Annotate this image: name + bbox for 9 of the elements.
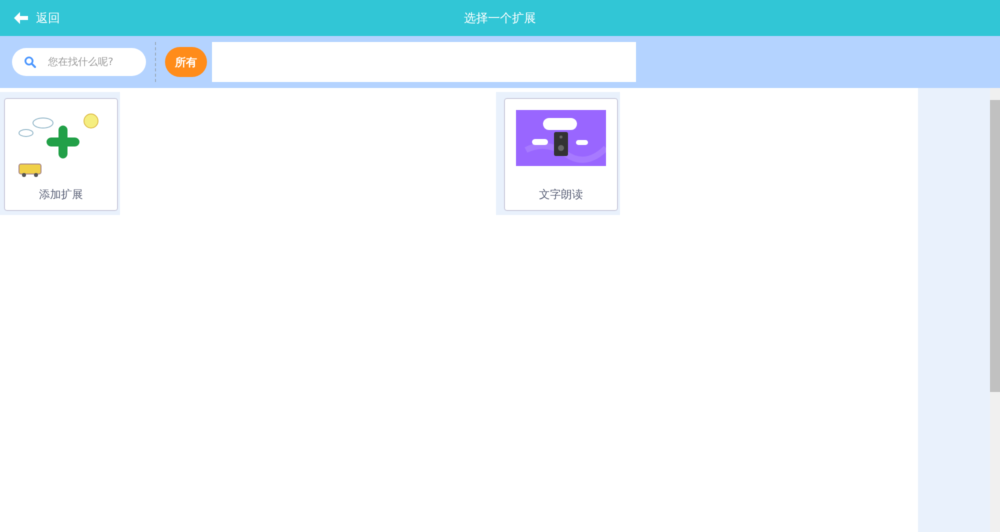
scrollbar[interactable] [990, 88, 1000, 532]
extension-name: 添加扩展 [39, 187, 83, 202]
search-icon [24, 56, 36, 68]
page-title: 选择一个扩展 [463, 10, 537, 26]
extension-name: 文字朗读 [539, 187, 583, 202]
back-arrow-icon [14, 12, 28, 24]
extension-card[interactable]: 添加扩展 [4, 98, 118, 211]
extension-card[interactable]: 文字朗读 [504, 98, 618, 211]
search-field[interactable]: 您在找什么呢? [12, 48, 146, 76]
